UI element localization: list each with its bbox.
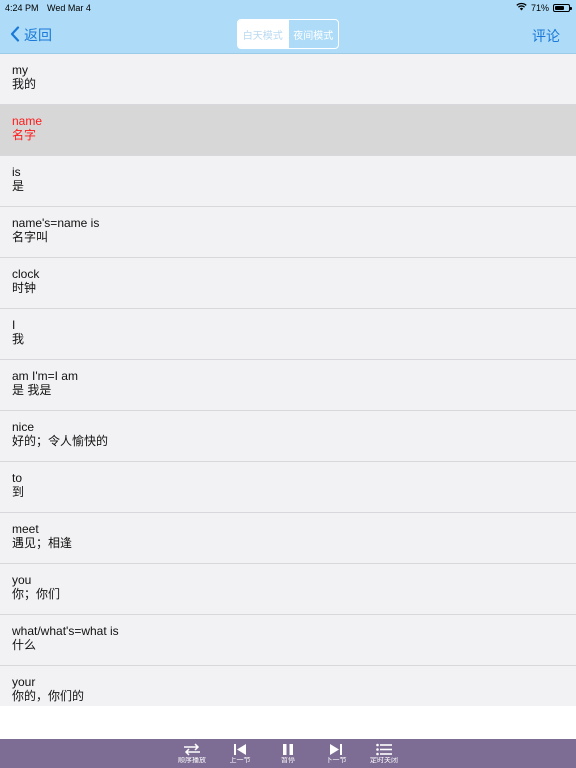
- word-english: is: [12, 165, 21, 179]
- timer-close-label: 定时关闭: [370, 757, 398, 763]
- battery-fill: [555, 5, 565, 10]
- word-chinese: 名字叫: [12, 230, 49, 244]
- word-chinese: 名字: [12, 128, 37, 142]
- word-row[interactable]: what/what's=what is 什么: [0, 615, 576, 666]
- word-row[interactable]: is 是: [0, 156, 576, 207]
- pause-label: 暂停: [281, 757, 295, 763]
- word-english: to: [12, 471, 23, 485]
- comment-button[interactable]: 评论: [532, 26, 560, 46]
- word-english: you: [12, 573, 32, 587]
- status-left: 4:24 PM Wed Mar 4: [5, 3, 97, 13]
- previous-label: 上一节: [229, 757, 251, 763]
- word-english: name's=name is: [12, 216, 100, 230]
- word-chinese: 我的: [12, 77, 37, 91]
- word-row-current[interactable]: name 名字: [0, 105, 576, 156]
- order-play-label: 顺序播放: [178, 757, 206, 763]
- word-row[interactable]: meet 遇见；相逢: [0, 513, 576, 564]
- word-chinese: 什么: [12, 638, 37, 652]
- back-button[interactable]: 返回: [10, 25, 52, 45]
- word-row[interactable]: am I'm=I am 是 我是: [0, 360, 576, 411]
- chevron-left-icon: [10, 25, 24, 45]
- word-row[interactable]: nice 好的；令人愉快的: [0, 411, 576, 462]
- back-label: 返回: [24, 27, 52, 43]
- word-english: my: [12, 63, 28, 77]
- battery-percent: 71%: [530, 2, 549, 13]
- word-chinese: 时钟: [12, 281, 37, 295]
- word-chinese: 好的；令人愉快的: [12, 434, 109, 448]
- order-play-button[interactable]: 顺序播放: [168, 739, 216, 768]
- word-row[interactable]: my 我的: [0, 54, 576, 105]
- previous-button[interactable]: 上一节: [216, 739, 264, 768]
- word-english: name: [12, 114, 43, 128]
- word-chinese: 到: [12, 485, 25, 499]
- pause-button[interactable]: 暂停: [264, 739, 312, 768]
- word-row[interactable]: clock 时钟: [0, 258, 576, 309]
- word-row[interactable]: your 你的，你们的: [0, 666, 576, 706]
- skip-back-icon: [233, 743, 247, 756]
- night-mode-tab[interactable]: 夜间模式: [287, 20, 339, 48]
- word-english: your: [12, 675, 36, 689]
- word-chinese: 是: [12, 179, 25, 193]
- word-english: nice: [12, 420, 35, 434]
- mode-switch: 白天模式 夜间模式: [237, 19, 339, 49]
- status-right: 71%: [516, 2, 572, 13]
- timer-close-button[interactable]: 定时关闭: [360, 739, 408, 768]
- nav-bar: 返回 白天模式 夜间模式 评论: [0, 16, 576, 54]
- status-time: 4:24 PM: [5, 3, 39, 13]
- word-chinese: 是 我是: [12, 383, 52, 397]
- word-english: am I'm=I am: [12, 369, 78, 383]
- next-label: 下一节: [325, 757, 347, 763]
- word-row[interactable]: I我: [0, 309, 576, 360]
- pause-icon: [282, 743, 294, 756]
- word-english: meet: [12, 522, 39, 536]
- word-row[interactable]: to 到: [0, 462, 576, 513]
- wifi-icon: [516, 2, 527, 13]
- word-row[interactable]: name's=name is 名字叫: [0, 207, 576, 258]
- next-button[interactable]: 下一节: [312, 739, 360, 768]
- list-icon: [376, 743, 392, 756]
- status-bar: 4:24 PM Wed Mar 4 71%: [0, 0, 576, 16]
- battery-icon: [553, 3, 572, 12]
- word-english: clock: [12, 267, 40, 281]
- word-chinese: 你的，你们的: [12, 689, 85, 703]
- status-date: Wed Mar 4: [47, 3, 91, 13]
- player-bar: 顺序播放 上一节 暂停 下一节 定时关闭: [0, 739, 576, 768]
- word-chinese: 遇见；相逢: [12, 536, 73, 550]
- repeat-order-icon: [183, 743, 201, 756]
- word-english: I: [12, 318, 16, 332]
- word-list[interactable]: my 我的 name 名字 is 是 name's=name is 名字叫 clock 时…: [0, 54, 576, 706]
- word-row[interactable]: you 你；你们: [0, 564, 576, 615]
- word-english: what/what's=what is: [12, 624, 119, 638]
- word-chinese: 你；你们: [12, 587, 61, 601]
- word-chinese: 我: [12, 332, 25, 346]
- day-mode-tab[interactable]: 白天模式: [238, 20, 288, 48]
- skip-forward-icon: [329, 743, 343, 756]
